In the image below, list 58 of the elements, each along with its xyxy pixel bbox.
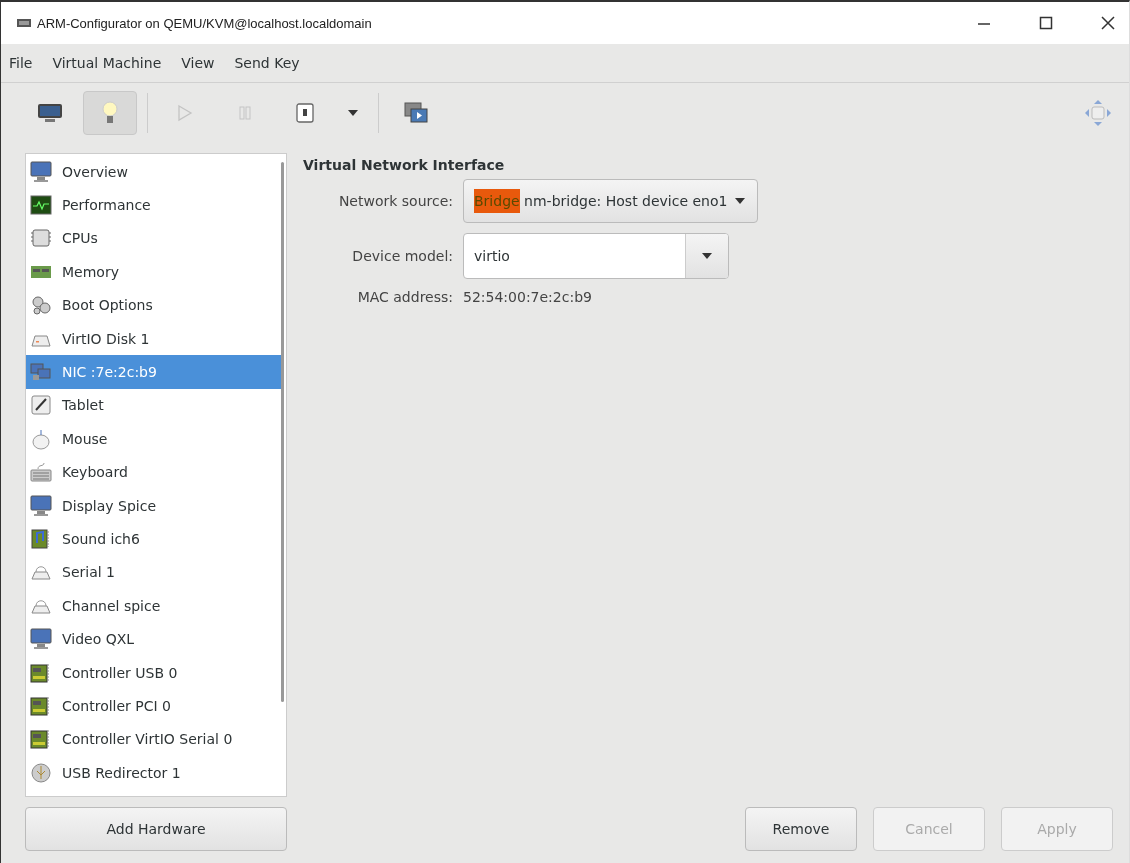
boot-device-icon xyxy=(30,294,52,317)
hardware-list-item[interactable]: Performance xyxy=(26,188,282,222)
hardware-list-item[interactable]: Mouse xyxy=(26,422,282,456)
hardware-list-item[interactable]: Keyboard xyxy=(26,455,282,489)
caret-icon[interactable] xyxy=(702,253,712,259)
power-switch-icon xyxy=(295,102,315,124)
caret-icon xyxy=(347,109,359,117)
controller-device-icon xyxy=(30,694,52,717)
display-device-icon xyxy=(30,494,52,517)
hardware-list-item[interactable]: Video QXL xyxy=(26,622,282,656)
usb-device-icon xyxy=(30,761,52,784)
section-heading: Virtual Network Interface xyxy=(303,157,506,173)
caret-icon xyxy=(735,198,746,204)
play-icon xyxy=(176,104,194,122)
hardware-list-item[interactable]: Boot Options xyxy=(26,288,282,322)
controller-device-icon xyxy=(30,728,52,751)
mouse-device-icon xyxy=(30,427,52,450)
hardware-list-item[interactable]: Controller USB 0 xyxy=(26,655,282,690)
app-icon xyxy=(17,19,31,27)
menu-item[interactable]: View xyxy=(181,55,215,71)
hardware-list-item[interactable]: Channel spice xyxy=(26,589,282,623)
network-source-dropdown[interactable]: Bridge nm-bridge: Host device eno1 xyxy=(463,179,759,223)
menu-item[interactable]: Virtual Machine xyxy=(52,55,162,71)
window-title: ARM-Configurator on QEMU/KVM@localhost.localdomain xyxy=(37,15,372,31)
add-hardware-button[interactable]: Add Hardware xyxy=(25,807,287,851)
performance-device-icon xyxy=(30,194,52,217)
hardware-list-item[interactable]: Controller PCI 0 xyxy=(26,689,282,723)
tablet-device-icon xyxy=(30,394,52,417)
cpu-device-icon xyxy=(30,227,52,250)
mac-address-value: 52:54:00:7e:2c:b9 xyxy=(463,289,592,305)
monitor-icon xyxy=(37,102,63,124)
field-label: MAC address: xyxy=(357,289,453,305)
hardware-list-item[interactable]: Serial 1 xyxy=(26,555,282,590)
hardware-list-item[interactable]: Sound ich6 xyxy=(26,522,282,556)
sound-device-icon xyxy=(30,528,52,550)
lightbulb-icon xyxy=(100,100,120,126)
keyboard-device-icon xyxy=(30,461,52,484)
display-device-icon xyxy=(30,628,52,651)
action-button[interactable]: Remove xyxy=(745,807,857,851)
device-model-combo[interactable]: virtio xyxy=(463,233,729,279)
hardware-list-item[interactable]: USB Redirector 1 xyxy=(26,756,282,790)
overview-device-icon xyxy=(30,160,52,183)
controller-device-icon xyxy=(30,661,52,684)
hardware-list-item[interactable]: Memory xyxy=(26,255,282,289)
hardware-list-item[interactable]: CPUs xyxy=(26,221,282,256)
menu-item[interactable]: Send Key xyxy=(234,55,300,71)
pause-icon xyxy=(236,104,254,122)
hardware-list-item[interactable]: Display Spice xyxy=(26,488,282,523)
menu-item[interactable]: File xyxy=(9,55,33,71)
hardware-list-item[interactable]: VirtIO Disk 1 xyxy=(26,321,282,356)
hardware-list-item[interactable]: Tablet xyxy=(26,388,282,423)
screens-icon xyxy=(403,101,429,125)
field-label: Device model: xyxy=(352,248,453,264)
field-label: Network source: xyxy=(338,193,453,209)
hardware-list-item[interactable]: Controller VirtIO Serial 0 xyxy=(26,722,282,757)
maximize-icon[interactable] xyxy=(1039,16,1053,30)
close-icon[interactable] xyxy=(1101,16,1115,30)
hardware-list-item[interactable]: Overview xyxy=(26,155,282,189)
